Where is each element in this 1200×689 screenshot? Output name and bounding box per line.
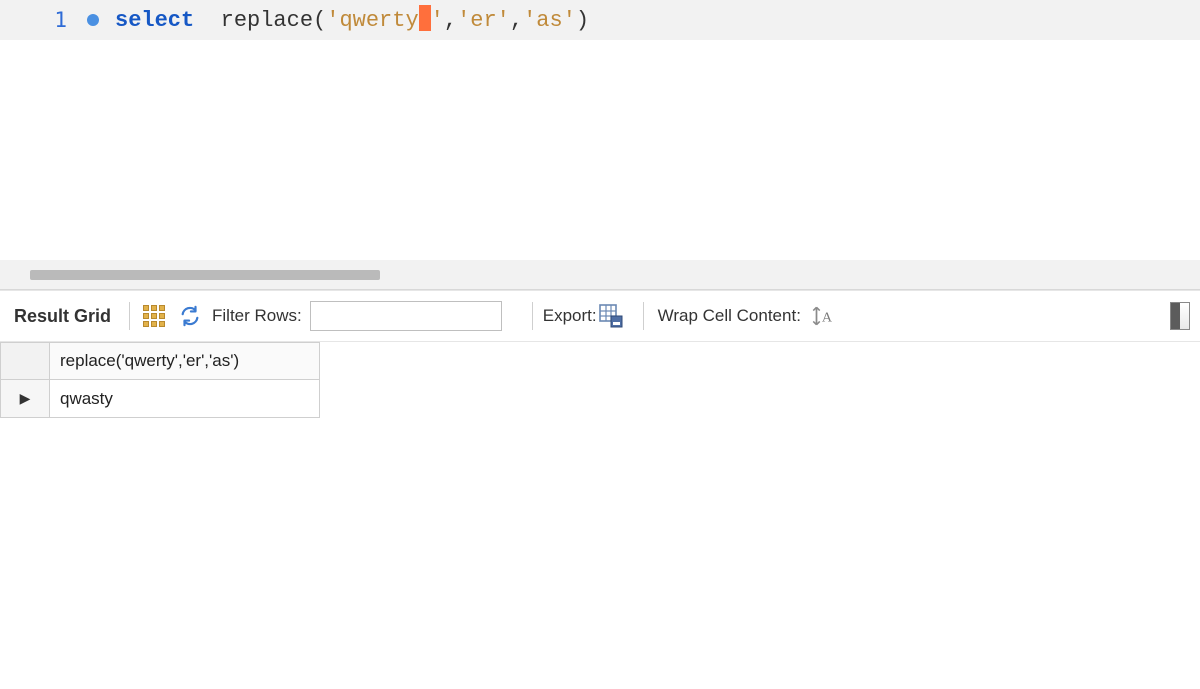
- paren-open: (: [313, 8, 326, 33]
- comma: ,: [444, 8, 457, 33]
- panel-toggle-button[interactable]: [1170, 302, 1190, 330]
- paren-close: ): [576, 8, 589, 33]
- column-header[interactable]: replace('qwerty','er','as'): [50, 342, 320, 380]
- keyword-select: select: [115, 8, 194, 33]
- sql-editor-pane[interactable]: 1 select replace('qwerty','er','as'): [0, 0, 1200, 290]
- row-cursor-icon: ▶: [20, 390, 31, 407]
- export-grid-icon: [598, 303, 624, 329]
- code-line[interactable]: select replace('qwerty','er','as'): [115, 7, 1200, 33]
- string-arg-2: 'er': [457, 8, 510, 33]
- filter-rows-input[interactable]: [310, 301, 502, 331]
- text-cursor: [419, 5, 431, 31]
- comma: ,: [510, 8, 523, 33]
- result-grid-label: Result Grid: [14, 306, 111, 327]
- grid-icon: [143, 305, 165, 327]
- cell-value[interactable]: qwasty: [50, 380, 320, 418]
- export-icon[interactable]: [597, 302, 625, 330]
- separator: [129, 302, 130, 330]
- execution-marker-icon: [87, 14, 99, 26]
- toolbar-right-group: Export: Wrap Cell Content: A: [522, 302, 845, 330]
- grid-header-row: replace('qwerty','er','as'): [0, 342, 320, 380]
- export-label: Export:: [543, 306, 597, 326]
- separator: [532, 302, 533, 330]
- scrollbar-thumb[interactable]: [30, 270, 380, 280]
- svg-text:A: A: [822, 309, 833, 325]
- string-arg-3: 'as': [523, 8, 576, 33]
- separator: [643, 302, 644, 330]
- refresh-icon[interactable]: [176, 302, 204, 330]
- wrap-cell-icon[interactable]: A: [809, 302, 837, 330]
- wrap-text-icon: A: [810, 303, 836, 329]
- string-arg-1-close: ': [431, 8, 444, 33]
- grid-view-icon[interactable]: [140, 302, 168, 330]
- editor-horizontal-scrollbar[interactable]: [0, 260, 1200, 290]
- editor-line[interactable]: 1 select replace('qwerty','er','as'): [0, 0, 1200, 40]
- function-replace: replace: [221, 8, 313, 33]
- string-arg-1: 'qwerty: [326, 8, 418, 33]
- refresh-arrows-icon: [179, 305, 201, 327]
- result-grid: replace('qwerty','er','as') ▶ qwasty: [0, 342, 320, 418]
- line-number: 1: [54, 8, 67, 32]
- result-toolbar: Result Grid Filter Rows: Export:: [0, 290, 1200, 342]
- table-row[interactable]: ▶ qwasty: [0, 380, 320, 418]
- filter-rows-label: Filter Rows:: [212, 306, 302, 326]
- editor-gutter: 1: [0, 0, 115, 40]
- header-row-handle[interactable]: [0, 342, 50, 380]
- wrap-cell-label: Wrap Cell Content:: [658, 306, 801, 326]
- row-handle[interactable]: ▶: [0, 380, 50, 418]
